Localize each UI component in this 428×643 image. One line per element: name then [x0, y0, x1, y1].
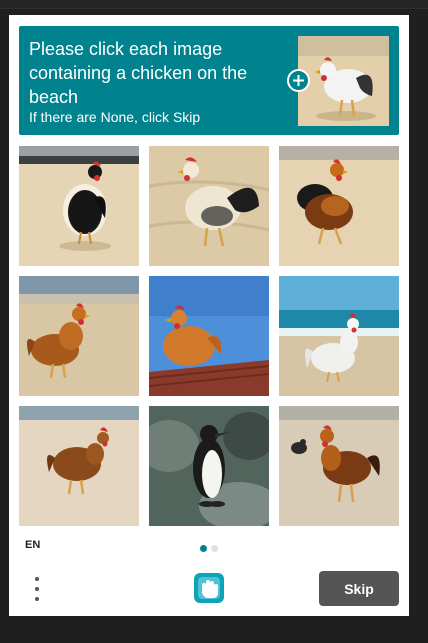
image-tile[interactable]: [19, 406, 139, 526]
challenge-subprompt: If there are None, click Skip: [29, 109, 201, 125]
page-dot: [211, 545, 218, 552]
example-image: [298, 36, 389, 126]
image-tile[interactable]: [19, 146, 139, 266]
more-vertical-icon[interactable]: [30, 575, 44, 603]
image-grid: [19, 146, 399, 526]
page-indicator: [200, 545, 218, 552]
window-top-bar: [0, 0, 428, 9]
challenge-prompt: Please click each image containing a chi…: [29, 39, 248, 107]
page-dot-active: [200, 545, 207, 552]
image-tile[interactable]: [149, 276, 269, 396]
image-tile[interactable]: [19, 276, 139, 396]
image-tile[interactable]: [279, 406, 399, 526]
challenge-header: Please click each image containing a chi…: [19, 26, 399, 135]
captcha-panel: Please click each image containing a chi…: [9, 15, 409, 616]
language-selector[interactable]: EN: [25, 539, 40, 551]
image-tile[interactable]: [279, 146, 399, 266]
image-tile[interactable]: [149, 146, 269, 266]
plus-icon[interactable]: [287, 69, 310, 92]
hcaptcha-hand-icon[interactable]: [192, 571, 226, 605]
image-tile[interactable]: [149, 406, 269, 526]
image-tile[interactable]: [279, 276, 399, 396]
skip-button[interactable]: Skip: [319, 571, 399, 606]
